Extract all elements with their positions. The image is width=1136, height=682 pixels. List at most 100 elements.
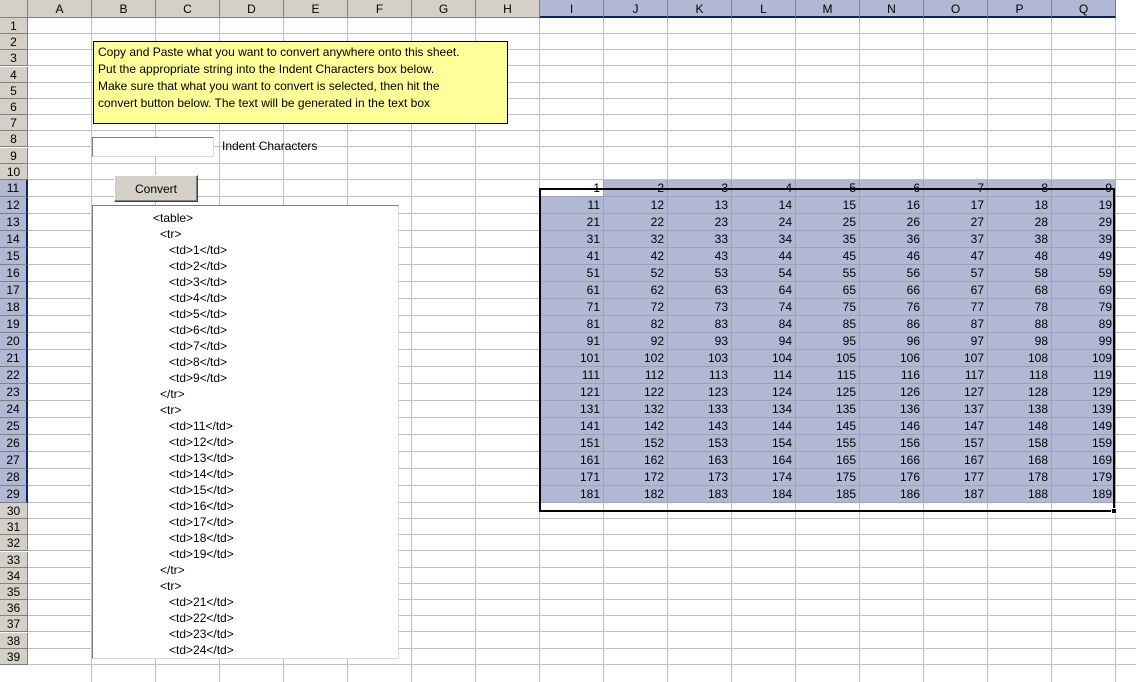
output-line: <td>24</td>: [169, 643, 234, 657]
spreadsheet[interactable]: ABCDEFGHIJKLMNOPQ 1 2 3 4 5 6 7 8 9 10 11 12 13 14 15 1…: [0, 0, 1136, 682]
output-line: <tr>: [160, 579, 182, 593]
output-line: <td>1</td>: [169, 243, 228, 257]
row-header-4[interactable]: 4: [0, 67, 28, 83]
column-header-n[interactable]: N: [860, 0, 924, 18]
output-text-box[interactable]: <table> <tr> <td>1</td> <td>2</td> <td>3</td…: [92, 205, 399, 659]
row-gridline: [28, 163, 1136, 164]
column-header-l[interactable]: L: [732, 0, 796, 18]
selection-border: [539, 188, 1115, 512]
row-header-11[interactable]: 11: [0, 180, 28, 197]
output-line: <td>23</td>: [169, 627, 234, 641]
output-line: <td>21</td>: [169, 595, 234, 609]
column-header-d[interactable]: D: [220, 0, 284, 18]
column-header-q[interactable]: Q: [1052, 0, 1116, 18]
output-line: <td>12</td>: [169, 435, 234, 449]
row-header-39[interactable]: 39: [0, 649, 28, 665]
row-gridline: [28, 130, 1136, 131]
row-header-32[interactable]: 32: [0, 535, 28, 551]
column-header-m[interactable]: M: [796, 0, 860, 18]
row-header-34[interactable]: 34: [0, 568, 28, 584]
row-header-1[interactable]: 1: [0, 18, 28, 34]
output-line: <td>11</td>: [169, 419, 233, 433]
indent-characters-input[interactable]: [92, 137, 214, 157]
row-header-33[interactable]: 33: [0, 552, 28, 568]
row-header-30[interactable]: 30: [0, 503, 28, 519]
row-header-20[interactable]: 20: [0, 333, 28, 350]
output-line: <td>13</td>: [169, 451, 234, 465]
instructions-line: Put the appropriate string into the Inde…: [98, 62, 435, 76]
row-header-8[interactable]: 8: [0, 131, 28, 147]
row-header-37[interactable]: 37: [0, 616, 28, 632]
row-header-6[interactable]: 6: [0, 99, 28, 115]
row-header-17[interactable]: 17: [0, 282, 28, 299]
row-header-2[interactable]: 2: [0, 34, 28, 50]
row-header-14[interactable]: 14: [0, 231, 28, 248]
indent-characters-label: Indent Characters: [222, 139, 318, 153]
instructions-note: Copy and Paste what you want to convert …: [93, 41, 508, 124]
row-header-23[interactable]: 23: [0, 384, 28, 401]
row-header-31[interactable]: 31: [0, 519, 28, 535]
row-header-25[interactable]: 25: [0, 418, 28, 435]
row-header-28[interactable]: 28: [0, 469, 28, 486]
row-header-35[interactable]: 35: [0, 584, 28, 600]
row-header-38[interactable]: 38: [0, 633, 28, 649]
instructions-line: Copy and Paste what you want to convert …: [98, 45, 460, 59]
row-header-21[interactable]: 21: [0, 350, 28, 367]
instructions-line: Make sure that what you want to convert …: [98, 79, 440, 93]
column-header-a[interactable]: A: [28, 0, 92, 18]
row-header-13[interactable]: 13: [0, 214, 28, 231]
output-line: <td>4</td>: [169, 291, 228, 305]
fill-handle[interactable]: [1111, 508, 1117, 514]
row-header-29[interactable]: 29: [0, 486, 28, 503]
row-header-9[interactable]: 9: [0, 148, 28, 164]
column-header-c[interactable]: C: [156, 0, 220, 18]
column-header-f[interactable]: F: [348, 0, 412, 18]
output-line: <td>6</td>: [169, 323, 228, 337]
column-header-e[interactable]: E: [284, 0, 348, 18]
output-line: <tr>: [160, 227, 182, 241]
column-header-g[interactable]: G: [412, 0, 476, 18]
column-header-h[interactable]: H: [476, 0, 540, 18]
row-header-22[interactable]: 22: [0, 367, 28, 384]
column-header-j[interactable]: J: [604, 0, 668, 18]
row-header-5[interactable]: 5: [0, 83, 28, 99]
output-line: <td>3</td>: [169, 275, 228, 289]
row-header-24[interactable]: 24: [0, 401, 28, 418]
output-line: <td>19</td>: [169, 547, 234, 561]
row-gridline: [28, 664, 1136, 665]
column-header-k[interactable]: K: [668, 0, 732, 18]
output-line: <td>14</td>: [169, 467, 234, 481]
row-header-3[interactable]: 3: [0, 50, 28, 66]
row-header-16[interactable]: 16: [0, 265, 28, 282]
column-header-o[interactable]: O: [924, 0, 988, 18]
row-header-18[interactable]: 18: [0, 299, 28, 316]
output-line: <td>7</td>: [169, 339, 228, 353]
output-line: <table>: [153, 211, 194, 225]
row-header-12[interactable]: 12: [0, 197, 28, 214]
row-gridline: [28, 33, 1136, 34]
row-header-15[interactable]: 15: [0, 248, 28, 265]
row-header-19[interactable]: 19: [0, 316, 28, 333]
output-line: <td>18</td>: [169, 531, 234, 545]
output-line: <td>2</td>: [169, 259, 228, 273]
row-header-7[interactable]: 7: [0, 115, 28, 131]
row-header-26[interactable]: 26: [0, 435, 28, 452]
row-header-36[interactable]: 36: [0, 600, 28, 616]
output-line: <td>17</td>: [169, 515, 234, 529]
column-header-p[interactable]: P: [988, 0, 1052, 18]
output-line: </tr>: [160, 563, 185, 577]
row-header-10[interactable]: 10: [0, 164, 28, 180]
select-all-corner[interactable]: [0, 0, 28, 18]
output-line: </tr>: [160, 387, 185, 401]
output-line: <td>16</td>: [169, 499, 234, 513]
output-line: <td>22</td>: [169, 611, 234, 625]
output-line: <td>5</td>: [169, 307, 228, 321]
convert-button[interactable]: Convert: [114, 175, 198, 202]
output-line: <td>8</td>: [169, 355, 228, 369]
column-header-i[interactable]: I: [540, 0, 604, 18]
row-header-27[interactable]: 27: [0, 452, 28, 469]
column-header-b[interactable]: B: [92, 0, 156, 18]
instructions-line: convert button below. The text will be g…: [98, 96, 430, 110]
output-line: <tr>: [160, 403, 182, 417]
output-line: <td>9</td>: [169, 371, 228, 385]
